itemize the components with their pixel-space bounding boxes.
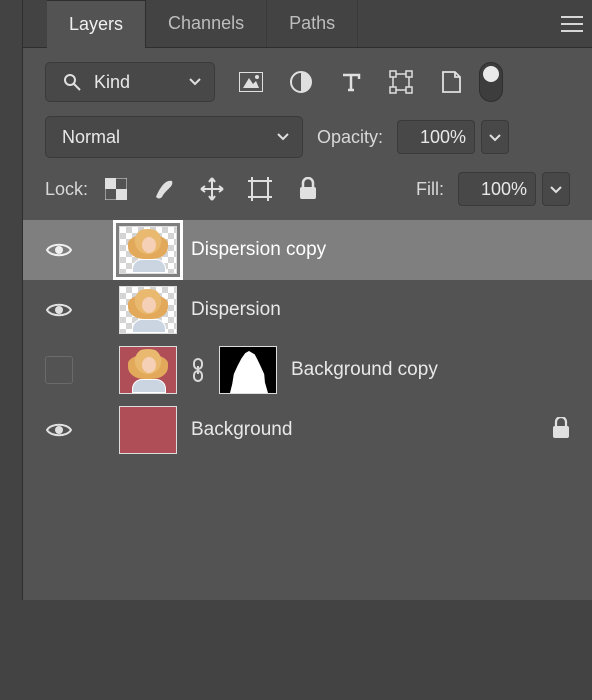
tab-channels-label: Channels: [168, 13, 244, 34]
search-icon: [58, 68, 86, 96]
layer-name[interactable]: Dispersion copy: [191, 239, 570, 261]
opacity-dropdown-button[interactable]: [481, 120, 509, 154]
lock-label: Lock:: [45, 179, 88, 200]
fill-input[interactable]: 100%: [458, 172, 536, 206]
layer-thumbnail[interactable]: [119, 226, 177, 274]
filter-kind-select[interactable]: Kind: [45, 62, 215, 102]
lock-artboard-icon[interactable]: [246, 175, 274, 203]
filter-toggle[interactable]: [479, 62, 503, 102]
filter-shape-icon[interactable]: [387, 68, 415, 96]
panel-body: Kind: [23, 48, 592, 600]
lock-all-icon[interactable]: [294, 175, 322, 203]
lock-position-icon[interactable]: [198, 175, 226, 203]
layer-name[interactable]: Background: [191, 419, 538, 441]
opacity-input[interactable]: 100%: [397, 120, 475, 154]
lock-pixels-icon[interactable]: [150, 175, 178, 203]
filter-icons: [237, 68, 465, 96]
panel-menu-icon[interactable]: [552, 0, 592, 47]
link-icon[interactable]: [191, 358, 205, 382]
visibility-toggle[interactable]: [45, 356, 73, 384]
chevron-down-icon: [276, 127, 290, 148]
layer-name[interactable]: Dispersion: [191, 299, 570, 321]
visibility-toggle[interactable]: [45, 416, 73, 444]
tab-paths-label: Paths: [289, 13, 335, 34]
layers-panel: Layers Channels Paths Kind: [22, 0, 592, 600]
filter-smartobject-icon[interactable]: [437, 68, 465, 96]
tab-bar: Layers Channels Paths: [23, 0, 592, 48]
layer-row[interactable]: Background copy: [23, 340, 592, 400]
tab-paths[interactable]: Paths: [267, 0, 358, 47]
mask-thumbnail[interactable]: [219, 346, 277, 394]
filter-type-icon[interactable]: [337, 68, 365, 96]
layer-thumbnail[interactable]: [119, 286, 177, 334]
fill-value: 100%: [481, 179, 527, 200]
lock-icon[interactable]: [552, 417, 570, 444]
tab-layers-label: Layers: [69, 14, 123, 35]
filter-pixel-icon[interactable]: [237, 68, 265, 96]
toggle-dot: [483, 66, 499, 82]
blend-mode-select[interactable]: Normal: [45, 116, 303, 158]
layer-row[interactable]: Dispersion: [23, 280, 592, 340]
tab-channels[interactable]: Channels: [146, 0, 267, 47]
fill-label: Fill:: [416, 179, 444, 200]
blend-mode-label: Normal: [62, 127, 120, 148]
tab-layers[interactable]: Layers: [47, 0, 146, 48]
layer-row[interactable]: Dispersion copy: [23, 220, 592, 280]
visibility-toggle[interactable]: [45, 296, 73, 324]
layers-list: Dispersion copy Dispersion: [23, 220, 592, 460]
chevron-down-icon: [188, 72, 202, 93]
opacity-label: Opacity:: [317, 127, 383, 148]
opacity-value: 100%: [420, 127, 466, 148]
fill-dropdown-button[interactable]: [542, 172, 570, 206]
layer-thumbnail[interactable]: [119, 406, 177, 454]
visibility-toggle[interactable]: [45, 236, 73, 264]
filter-adjustment-icon[interactable]: [287, 68, 315, 96]
filter-kind-label: Kind: [94, 72, 130, 93]
layer-thumbnail[interactable]: [119, 346, 177, 394]
lock-transparency-icon[interactable]: [102, 175, 130, 203]
layer-name[interactable]: Background copy: [291, 359, 570, 381]
layer-row[interactable]: Background: [23, 400, 592, 460]
